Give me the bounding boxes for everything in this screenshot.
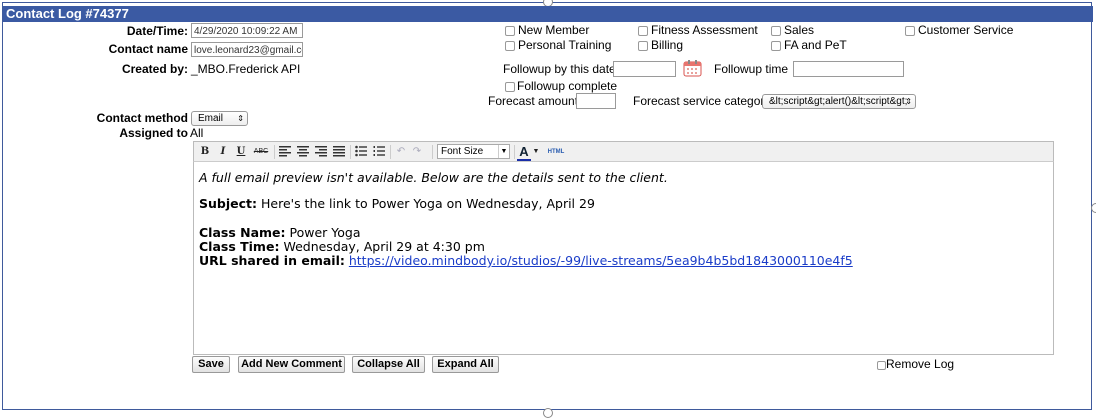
align-center-icon[interactable] bbox=[296, 145, 310, 159]
subject-value: Here's the link to Power Yoga on Wednesd… bbox=[260, 196, 595, 211]
class-name-value: Power Yoga bbox=[289, 225, 361, 240]
chevron-down-icon[interactable]: ▼ bbox=[532, 145, 540, 159]
subject-line: Subject: Here's the link to Power Yoga o… bbox=[199, 196, 595, 211]
sales-label: Sales bbox=[784, 23, 815, 37]
resize-handle-right[interactable] bbox=[1091, 203, 1096, 213]
redo-icon[interactable]: ↷ bbox=[410, 145, 424, 159]
resize-handle-bottom[interactable] bbox=[543, 408, 553, 418]
followup-time-input[interactable] bbox=[793, 61, 904, 77]
subject-label: Subject: bbox=[199, 196, 257, 211]
followup-time-label: Followup time bbox=[714, 62, 789, 76]
datetime-field[interactable]: 4/29/2020 10:09:22 AM bbox=[191, 23, 303, 38]
customer-service-checkbox[interactable] bbox=[905, 26, 915, 36]
toolbar-divider bbox=[350, 145, 351, 159]
contact-name-label: Contact name bbox=[108, 42, 188, 56]
font-size-select[interactable]: Font Size ▼ bbox=[437, 144, 510, 159]
preview-note: A full email preview isn't available. Be… bbox=[199, 170, 668, 185]
html-source-button[interactable]: HTML bbox=[546, 145, 566, 159]
fitness-assessment-label: Fitness Assessment bbox=[651, 23, 758, 37]
select-arrows-icon: ⇕ bbox=[905, 97, 912, 106]
class-name-label: Class Name: bbox=[199, 225, 286, 240]
forecast-category-select[interactable]: &lt;script&gt;alert()&lt;script&gt; ⇕ bbox=[762, 94, 916, 109]
toolbar-divider bbox=[514, 145, 515, 159]
fa-and-pet-label: FA and PeT bbox=[784, 38, 847, 52]
followup-date-input[interactable] bbox=[613, 61, 676, 77]
chevron-down-icon: ▼ bbox=[498, 145, 509, 158]
numbered-list-icon[interactable] bbox=[372, 145, 386, 159]
collapse-all-button[interactable]: Collapse All bbox=[352, 356, 425, 373]
calendar-icon[interactable] bbox=[683, 59, 702, 77]
fa-and-pet-checkbox[interactable] bbox=[771, 41, 781, 51]
url-line: URL shared in email: https://video.mindb… bbox=[199, 253, 853, 268]
remove-log-checkbox[interactable] bbox=[877, 361, 886, 370]
undo-icon[interactable]: ↶ bbox=[394, 145, 408, 159]
url-label: URL shared in email: bbox=[199, 253, 345, 268]
class-time-label: Class Time: bbox=[199, 239, 280, 254]
bullet-list-icon[interactable] bbox=[354, 145, 368, 159]
contact-method-label: Contact method bbox=[96, 111, 188, 125]
toolbar-divider bbox=[432, 145, 433, 159]
billing-label: Billing bbox=[651, 38, 684, 52]
italic-button[interactable]: I bbox=[216, 145, 230, 159]
class-time-line: Class Time: Wednesday, April 29 at 4:30 … bbox=[199, 239, 485, 254]
fitness-assessment-checkbox[interactable] bbox=[638, 26, 648, 36]
created-by-label: Created by: bbox=[121, 62, 188, 76]
livestream-link[interactable]: https://video.mindbody.io/studios/-99/li… bbox=[349, 253, 853, 268]
new-member-checkbox[interactable] bbox=[505, 26, 515, 36]
personal-training-checkbox[interactable] bbox=[505, 41, 515, 51]
contact-method-value: Email bbox=[198, 113, 224, 124]
toolbar-divider bbox=[274, 145, 275, 159]
forecast-amount-label: Forecast amount bbox=[488, 94, 579, 108]
sales-checkbox[interactable] bbox=[771, 26, 781, 36]
followup-date-label: Followup by this date bbox=[503, 62, 616, 76]
font-color-button[interactable]: A bbox=[517, 145, 531, 161]
contact-method-select[interactable]: Email ⇕ bbox=[191, 111, 248, 126]
followup-complete-checkbox[interactable] bbox=[505, 82, 515, 92]
assigned-to-value: All bbox=[190, 126, 204, 140]
remove-log-label: Remove Log bbox=[886, 357, 955, 371]
align-left-icon[interactable] bbox=[278, 145, 292, 159]
select-arrows-icon: ⇕ bbox=[237, 114, 244, 123]
forecast-category-label: Forecast service category bbox=[633, 94, 771, 108]
align-justify-icon[interactable] bbox=[332, 145, 346, 159]
created-by-value: _MBO.Frederick API bbox=[191, 62, 301, 76]
expand-all-button[interactable]: Expand All bbox=[432, 356, 499, 373]
customer-service-label: Customer Service bbox=[918, 23, 1014, 37]
toolbar-divider bbox=[390, 145, 391, 159]
forecast-amount-input[interactable] bbox=[576, 93, 616, 109]
comment-editor[interactable]: A full email preview isn't available. Be… bbox=[193, 162, 1054, 355]
contact-name-field[interactable]: love.leonard23@gmail.cor bbox=[191, 42, 303, 57]
align-right-icon[interactable] bbox=[314, 145, 328, 159]
add-comment-button[interactable]: Add New Comment bbox=[238, 356, 345, 373]
class-name-line: Class Name: Power Yoga bbox=[199, 225, 361, 240]
followup-complete-label: Followup complete bbox=[517, 79, 618, 93]
class-time-value: Wednesday, April 29 at 4:30 pm bbox=[283, 239, 485, 254]
datetime-label: Date/Time: bbox=[126, 24, 188, 38]
new-member-label: New Member bbox=[518, 23, 590, 37]
billing-checkbox[interactable] bbox=[638, 41, 648, 51]
window-title: Contact Log #74377 bbox=[3, 6, 1093, 22]
personal-training-label: Personal Training bbox=[518, 38, 612, 52]
assigned-to-label: Assigned to bbox=[119, 126, 188, 140]
bold-button[interactable]: B bbox=[198, 145, 212, 159]
editor-toolbar: B I U ABC ↶ ↷ Font Size ▼ A ▼ HTML bbox=[193, 141, 1054, 162]
strikethrough-button[interactable]: ABC bbox=[252, 145, 270, 159]
forecast-category-value: &lt;script&gt;alert()&lt;script&gt; bbox=[769, 96, 908, 107]
font-size-label: Font Size bbox=[441, 146, 484, 157]
underline-button[interactable]: U bbox=[234, 145, 248, 159]
save-button[interactable]: Save bbox=[192, 356, 230, 373]
